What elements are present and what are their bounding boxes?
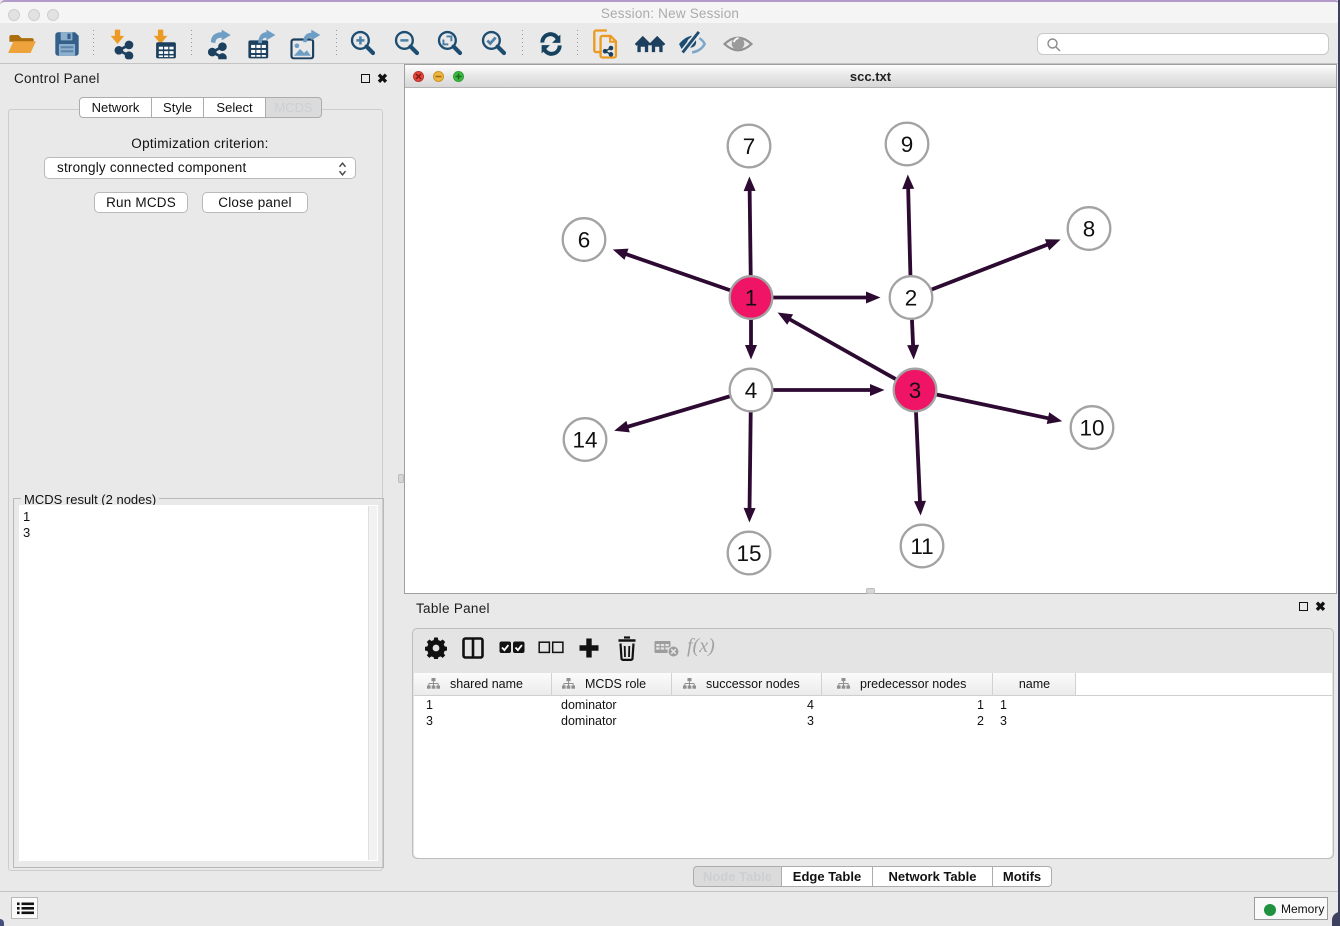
svg-text:2: 2 xyxy=(905,285,918,310)
svg-text:4: 4 xyxy=(745,378,758,403)
svg-text:6: 6 xyxy=(578,227,591,252)
svg-text:11: 11 xyxy=(910,534,933,559)
svg-text:8: 8 xyxy=(1083,216,1096,241)
svg-text:7: 7 xyxy=(743,134,756,159)
svg-text:10: 10 xyxy=(1079,415,1104,440)
svg-text:15: 15 xyxy=(736,541,761,566)
svg-text:1: 1 xyxy=(745,285,758,310)
svg-text:9: 9 xyxy=(901,132,914,157)
svg-text:3: 3 xyxy=(909,378,922,403)
svg-text:14: 14 xyxy=(572,427,597,452)
